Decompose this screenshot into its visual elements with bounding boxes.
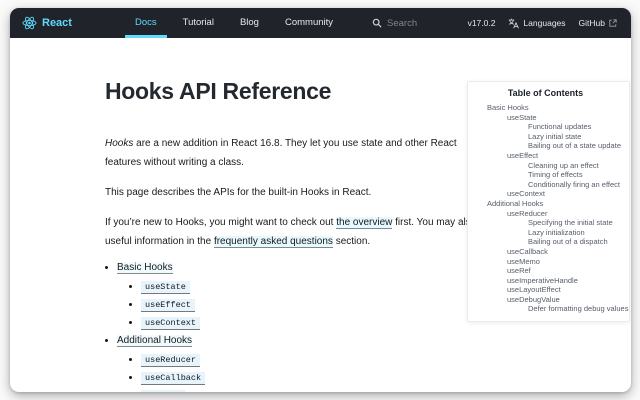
usecontext-link[interactable]: useContext — [141, 317, 200, 330]
usestate-link[interactable]: useState — [141, 281, 190, 294]
list-item: useMemo — [141, 390, 631, 392]
overview-link[interactable]: the overview — [336, 217, 392, 229]
toc-item[interactable]: useDebugValue — [468, 295, 623, 305]
toc-item[interactable]: Lazy initialization — [468, 228, 623, 238]
translate-icon — [508, 18, 519, 29]
useeffect-link[interactable]: useEffect — [141, 299, 195, 312]
toc-item[interactable]: Cleaning up an effect — [468, 161, 623, 171]
toc-item[interactable]: Timing of effects — [468, 170, 623, 180]
top-navbar: React Docs Tutorial Blog Community v17.0 — [10, 8, 631, 38]
usememo-link[interactable]: useMemo — [141, 390, 185, 392]
basic-hooks-link[interactable]: Basic Hooks — [117, 262, 173, 274]
toc-item[interactable]: Lazy initial state — [468, 132, 623, 142]
react-logo-icon — [22, 16, 37, 30]
table-of-contents-panel: Table of Contents Basic Hooks useState F… — [467, 81, 630, 322]
toc-item[interactable]: useMemo — [468, 257, 623, 267]
list-item: Additional Hooks useReducer useCallback … — [117, 335, 631, 392]
search-input[interactable] — [387, 18, 465, 29]
nav-tab-community[interactable]: Community — [272, 8, 346, 38]
toc-item[interactable]: useImperativeHandle — [468, 276, 623, 286]
toc-item[interactable]: Conditionally firing an effect — [468, 180, 623, 190]
primary-nav: Docs Tutorial Blog Community — [122, 8, 346, 38]
toc-item[interactable]: useState — [468, 113, 623, 123]
toc-item[interactable]: Bailing out of a state update — [468, 141, 623, 151]
desktop-background: React Docs Tutorial Blog Community v17.0 — [0, 0, 640, 400]
search-icon — [372, 18, 382, 28]
toc-item[interactable]: useReducer — [468, 209, 623, 219]
toc-item[interactable]: useRef — [468, 266, 623, 276]
github-link[interactable]: GitHub — [579, 18, 617, 28]
react-home-link[interactable]: React — [22, 16, 72, 30]
toc-item[interactable]: useContext — [468, 189, 623, 199]
version-link[interactable]: v17.0.2 — [468, 18, 496, 28]
usecallback-link[interactable]: useCallback — [141, 372, 205, 385]
toc-title: Table of Contents — [468, 88, 623, 98]
hooks-emphasis: Hooks — [105, 138, 133, 149]
brand-title: React — [42, 17, 72, 29]
nav-tab-blog[interactable]: Blog — [227, 8, 272, 38]
toc-item[interactable]: Bailing out of a dispatch — [468, 237, 623, 247]
github-label: GitHub — [579, 18, 605, 28]
usereducer-link[interactable]: useReducer — [141, 354, 200, 367]
toc-item[interactable]: Defer formatting debug values — [468, 304, 623, 314]
toc-item[interactable]: useLayoutEffect — [468, 285, 623, 295]
toc-item[interactable]: Additional Hooks — [468, 199, 623, 209]
external-link-icon — [609, 19, 617, 27]
navbar-right-group: v17.0.2 — [468, 18, 617, 29]
list-item: useReducer — [141, 354, 631, 366]
toc-item[interactable]: useEffect — [468, 151, 623, 161]
toc-item[interactable]: Specifying the initial state — [468, 218, 623, 228]
toc-item[interactable]: Functional updates — [468, 122, 623, 132]
faq-link[interactable]: frequently asked questions — [214, 236, 333, 248]
additional-hooks-sublist: useReducer useCallback useMemo useRef — [117, 354, 631, 392]
nav-tab-docs[interactable]: Docs — [122, 8, 170, 38]
additional-hooks-link[interactable]: Additional Hooks — [117, 335, 192, 347]
toc-item[interactable]: useCallback — [468, 247, 623, 257]
search-box[interactable] — [372, 18, 465, 29]
toc-item[interactable]: Basic Hooks — [468, 103, 623, 113]
languages-label: Languages — [523, 18, 565, 28]
browser-window: React Docs Tutorial Blog Community v17.0 — [10, 8, 631, 392]
nav-tab-tutorial[interactable]: Tutorial — [170, 8, 227, 38]
list-item: useCallback — [141, 372, 631, 384]
languages-link[interactable]: Languages — [508, 18, 565, 29]
